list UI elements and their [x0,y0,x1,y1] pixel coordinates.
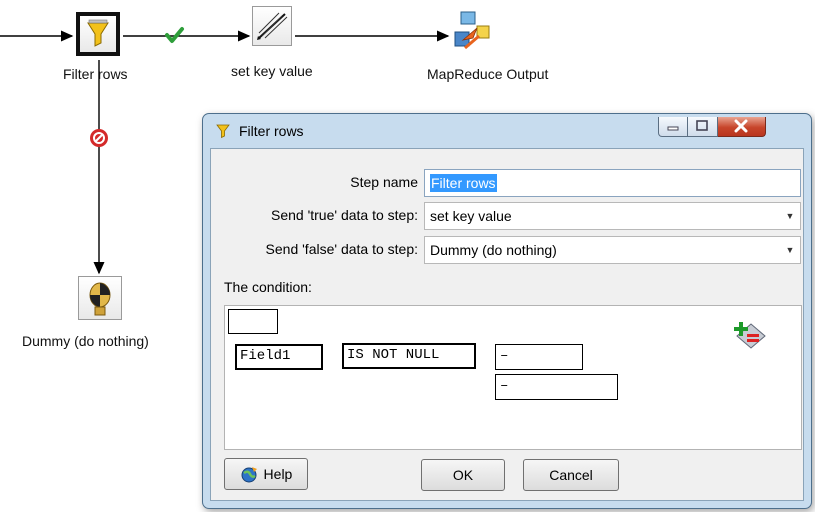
help-button[interactable]: Help [224,458,308,490]
add-condition-icon[interactable] [731,320,769,352]
condition-editor[interactable]: Field1 IS NOT NULL – – [224,305,802,450]
close-icon [734,119,748,133]
step-name-value: Filter rows [430,174,497,192]
true-step-value: set key value [430,208,512,224]
crash-test-dummy-icon [89,282,111,316]
step-label-set-key-value: set key value [231,63,313,79]
condition-negate-box[interactable] [228,309,278,334]
true-step-label: Send 'true' data to step: [271,207,418,223]
funnel-icon [87,19,109,47]
pen-scribble-icon [257,12,288,40]
help-globe-icon [241,467,257,483]
filter-step-icon [76,12,120,56]
step-mapreduce-output[interactable] [451,10,495,54]
ok-button[interactable]: OK [421,459,505,491]
set-key-value-step-icon [252,6,292,46]
chevron-down-icon[interactable]: ▼ [780,203,800,229]
dialog-content: Step name Filter rows Send 'true' data t… [210,148,804,501]
step-dummy[interactable] [78,276,122,320]
step-label-dummy: Dummy (do nothing) [22,333,149,349]
mapreduce-output-icon [454,11,490,50]
dummy-step-icon [78,276,122,320]
step-label-filter-rows: Filter rows [63,66,128,82]
dialog-title: Filter rows [239,123,304,139]
condition-field[interactable]: Field1 [235,344,323,370]
condition-value-1[interactable]: – [495,344,583,370]
maximize-icon [696,120,708,131]
false-step-label: Send 'false' data to step: [265,241,418,257]
true-step-select[interactable]: set key value ▼ [424,202,801,230]
step-filter-rows[interactable] [76,12,120,56]
step-set-key-value[interactable] [252,6,292,46]
step-name-label: Step name [350,174,418,190]
condition-operator[interactable]: IS NOT NULL [342,343,476,369]
step-label-mapreduce-output: MapReduce Output [427,66,549,82]
condition-value-2[interactable]: – [495,374,618,400]
dialog-titlebar[interactable]: Filter rows [203,114,811,148]
checkmark-icon [165,27,184,43]
condition-label: The condition: [224,279,312,295]
stop-icon [90,129,108,147]
filter-rows-dialog: Filter rows Step name Filter rows Send '… [202,113,812,509]
false-step-select[interactable]: Dummy (do nothing) ▼ [424,236,801,264]
maximize-button[interactable] [688,117,718,137]
close-button[interactable] [718,117,766,137]
help-label: Help [263,466,293,482]
chevron-down-icon[interactable]: ▼ [780,237,800,263]
funnel-icon [216,124,230,139]
minimize-button[interactable] [658,117,688,137]
step-name-input[interactable]: Filter rows [424,169,801,197]
minimize-icon [667,126,679,131]
false-step-value: Dummy (do nothing) [430,242,557,258]
cancel-button[interactable]: Cancel [523,459,619,491]
